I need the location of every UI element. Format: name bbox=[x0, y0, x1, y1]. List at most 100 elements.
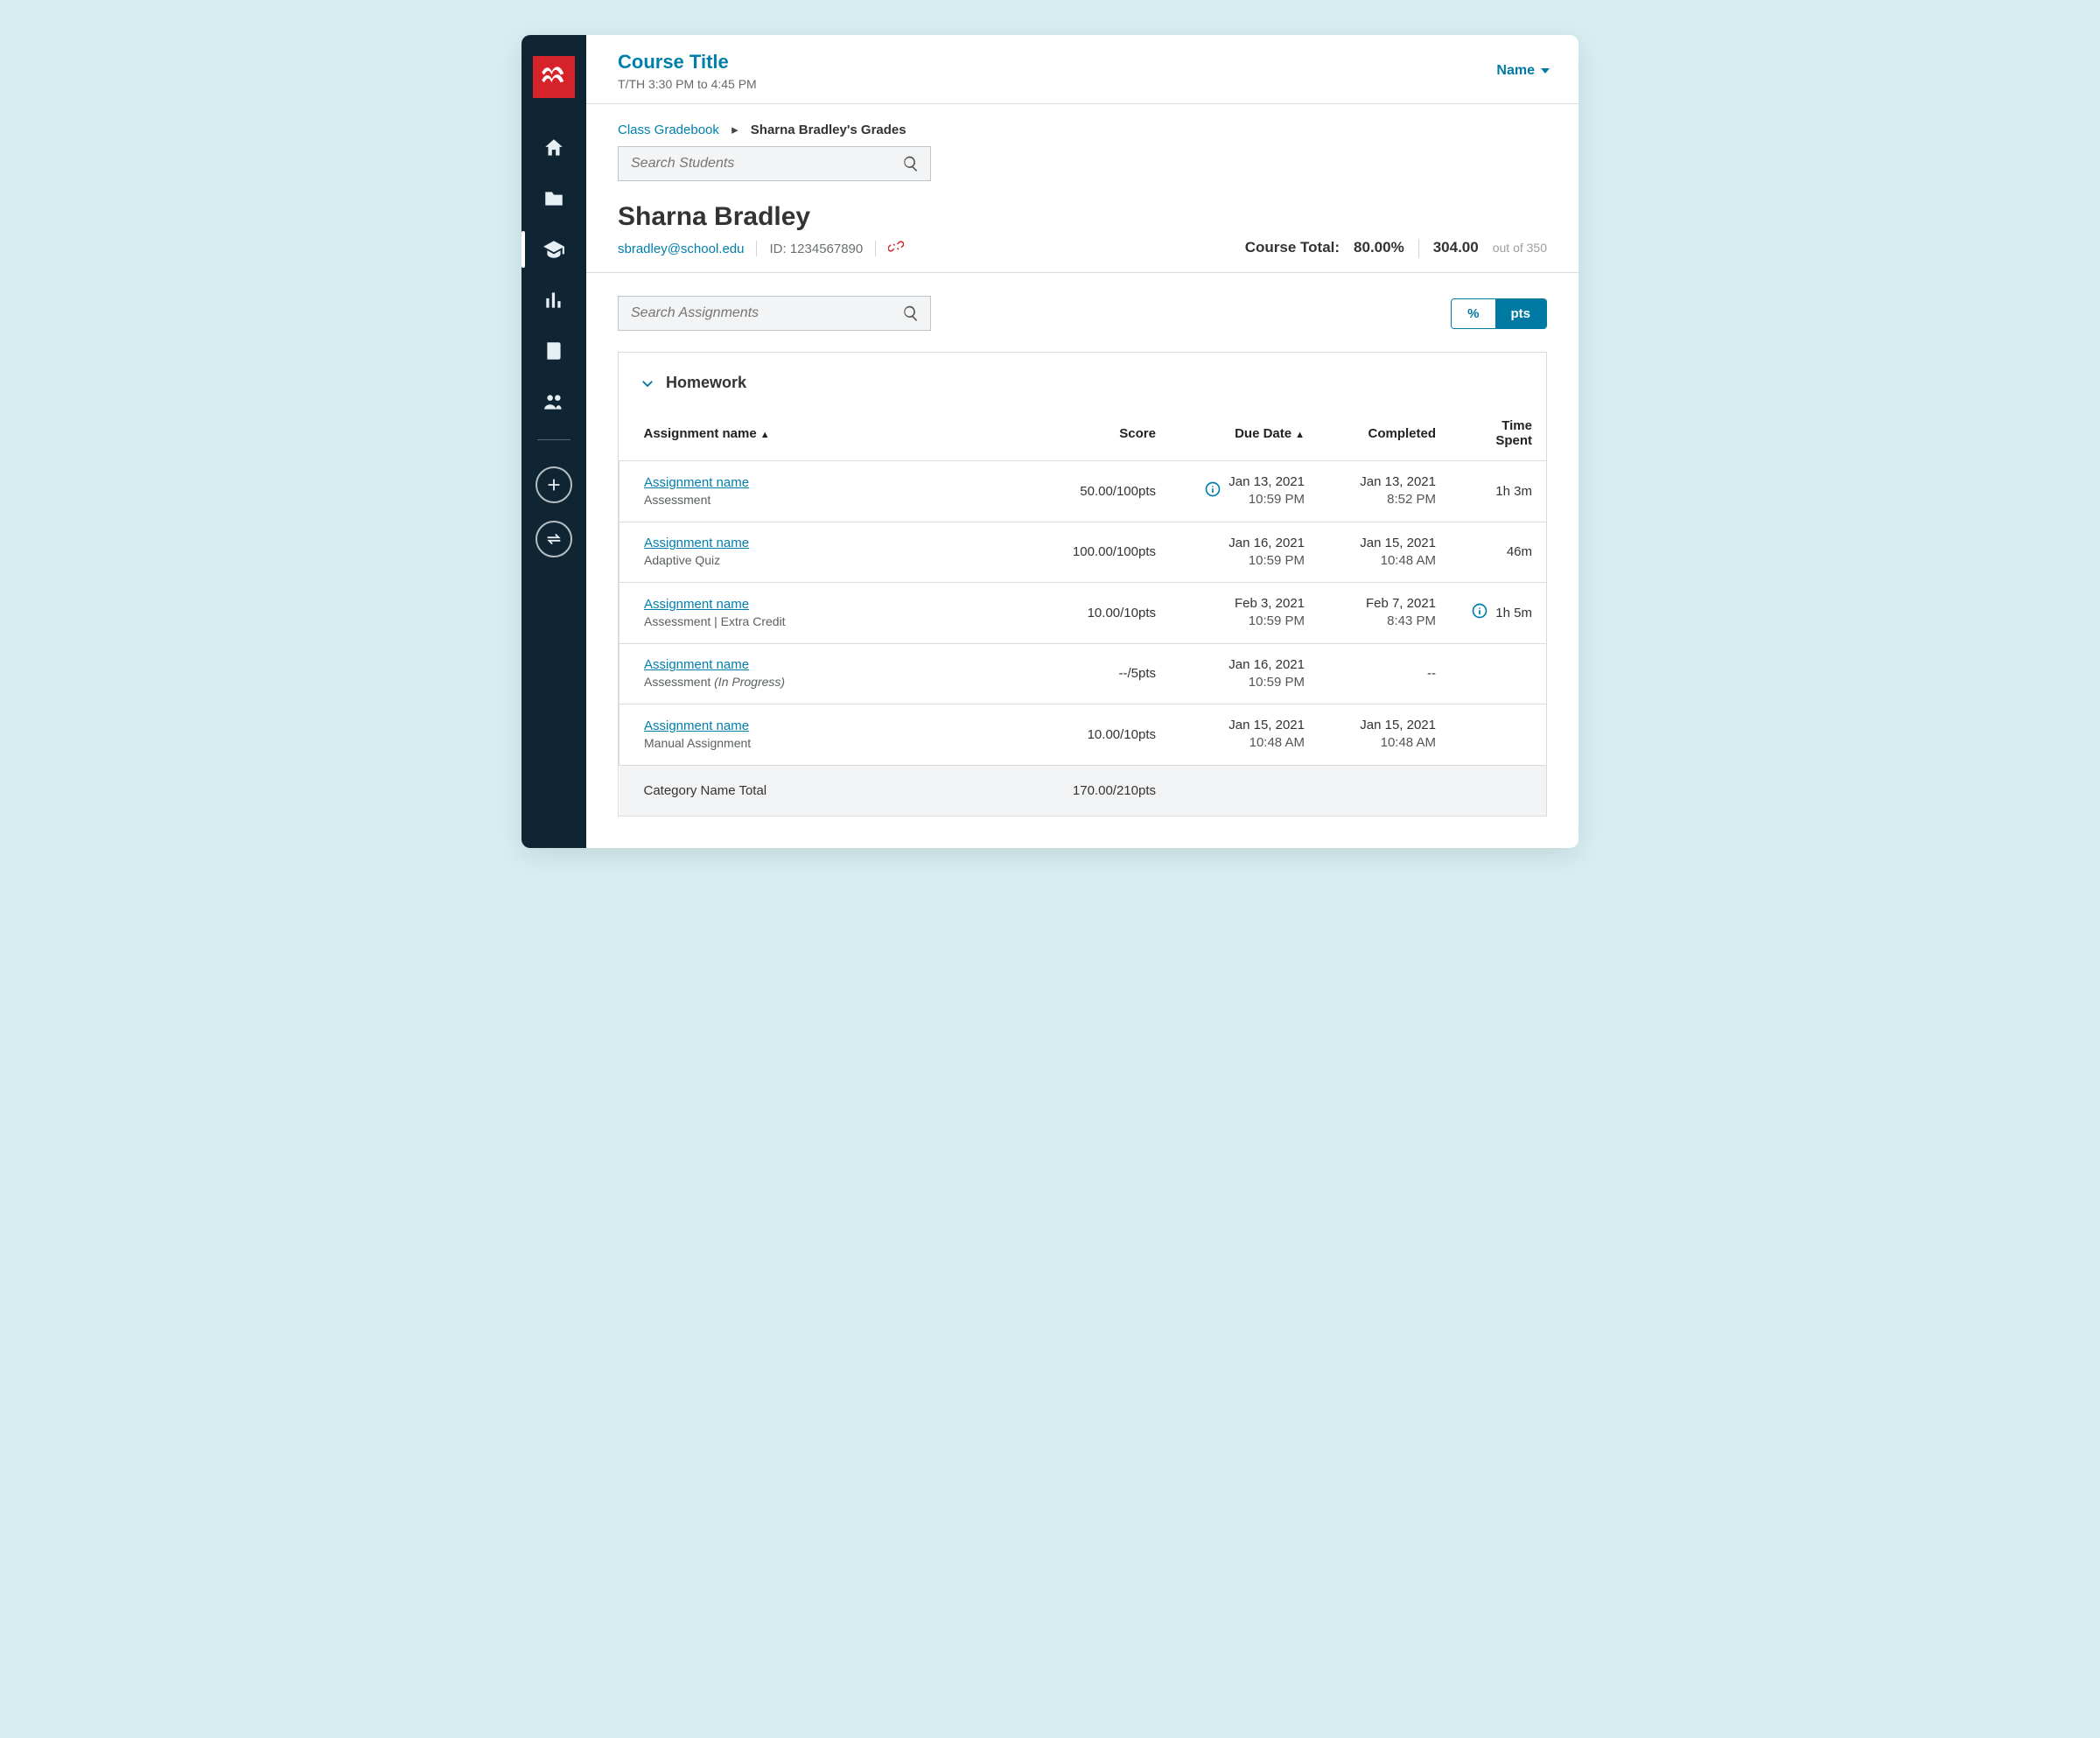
nav-home[interactable] bbox=[522, 123, 586, 173]
cell-score: 50.00/100pts bbox=[1030, 461, 1170, 522]
assignment-link[interactable]: Assignment name bbox=[644, 536, 1016, 550]
cell-completed: -- bbox=[1319, 643, 1450, 704]
cell-score: 10.00/10pts bbox=[1030, 704, 1170, 766]
user-menu-label: Name bbox=[1496, 63, 1535, 79]
cell-score: 100.00/100pts bbox=[1030, 522, 1170, 583]
search-icon bbox=[902, 305, 920, 322]
unlink-button[interactable] bbox=[888, 239, 904, 258]
category-total-score: 170.00/210pts bbox=[1030, 765, 1170, 816]
cell-time bbox=[1450, 643, 1546, 704]
cell-time: 1h 3m bbox=[1450, 461, 1546, 522]
assignment-type: Assessment (In Progress) bbox=[644, 675, 785, 689]
cell-due: Jan 16, 202110:59 PM bbox=[1170, 643, 1319, 704]
student-id: ID: 1234567890 bbox=[769, 242, 863, 256]
sidebar bbox=[522, 35, 586, 848]
table-row: Assignment nameAssessment50.00/100ptsJan… bbox=[620, 461, 1547, 522]
assignment-type: Adaptive Quiz bbox=[644, 553, 720, 567]
col-completed[interactable]: Completed bbox=[1319, 403, 1450, 461]
category-name: Homework bbox=[666, 374, 746, 392]
cell-due: Feb 3, 202110:59 PM bbox=[1170, 583, 1319, 644]
cell-due: Jan 13, 202110:59 PM bbox=[1170, 461, 1319, 522]
info-icon[interactable] bbox=[1204, 480, 1222, 501]
home-icon bbox=[542, 137, 565, 159]
topbar: Course Title T/TH 3:30 PM to 4:45 PM Nam… bbox=[586, 35, 1578, 104]
search-students[interactable] bbox=[618, 146, 931, 181]
cell-due: Jan 16, 202110:59 PM bbox=[1170, 522, 1319, 583]
caret-down-icon bbox=[1540, 66, 1550, 76]
student-header: Sharna Bradley sbradley@school.edu ID: 1… bbox=[586, 202, 1578, 273]
nav-reports[interactable] bbox=[522, 275, 586, 326]
assignment-link[interactable]: Assignment name bbox=[644, 475, 1016, 490]
cell-completed: Jan 13, 20218:52 PM bbox=[1319, 461, 1450, 522]
col-score[interactable]: Score bbox=[1030, 403, 1170, 461]
nav-roster[interactable] bbox=[522, 376, 586, 427]
assignments-panel: Homework Assignment name▲ Score Due Date… bbox=[618, 352, 1547, 816]
cell-time: 1h 5m bbox=[1450, 583, 1546, 644]
cell-completed: Jan 15, 202110:48 AM bbox=[1319, 522, 1450, 583]
graduation-cap-icon bbox=[542, 238, 565, 261]
chevron-down-icon bbox=[640, 375, 655, 391]
toggle-percent[interactable]: % bbox=[1452, 299, 1494, 328]
category-total-label: Category Name Total bbox=[620, 765, 1031, 816]
cell-due: Jan 15, 202110:48 AM bbox=[1170, 704, 1319, 766]
total-outof: out of 350 bbox=[1493, 241, 1547, 255]
table-row: Assignment name Assessment (In Progress) -… bbox=[620, 643, 1547, 704]
app-window: Course Title T/TH 3:30 PM to 4:45 PM Nam… bbox=[522, 35, 1578, 848]
assignment-type: Manual Assignment bbox=[644, 736, 751, 750]
search-students-input[interactable] bbox=[629, 155, 895, 172]
folder-icon bbox=[542, 187, 565, 210]
bar-chart-icon bbox=[542, 289, 565, 312]
toggle-points[interactable]: pts bbox=[1495, 299, 1547, 328]
course-title[interactable]: Course Title bbox=[618, 51, 757, 74]
search-assignments-input[interactable] bbox=[629, 305, 895, 322]
user-menu[interactable]: Name bbox=[1496, 63, 1550, 79]
nav-ebook[interactable] bbox=[522, 326, 586, 376]
add-button[interactable] bbox=[536, 466, 572, 503]
total-label: Course Total: bbox=[1245, 239, 1340, 256]
cell-completed: Feb 7, 20218:43 PM bbox=[1319, 583, 1450, 644]
table-row: Assignment name Assessment | Extra Credit… bbox=[620, 583, 1547, 644]
cell-score: 10.00/10pts bbox=[1030, 583, 1170, 644]
assignment-link[interactable]: Assignment name bbox=[644, 597, 1016, 612]
sync-button[interactable] bbox=[536, 521, 572, 557]
cell-time bbox=[1450, 704, 1546, 766]
sort-asc-icon: ▲ bbox=[760, 430, 770, 440]
swap-icon bbox=[544, 529, 564, 549]
nav-content[interactable] bbox=[522, 173, 586, 224]
course-schedule: T/TH 3:30 PM to 4:45 PM bbox=[618, 77, 757, 91]
sort-asc-icon: ▲ bbox=[1295, 430, 1305, 440]
category-header[interactable]: Homework bbox=[619, 353, 1546, 403]
assignment-type: Assessment | Extra Credit bbox=[644, 614, 786, 628]
student-email[interactable]: sbradley@school.edu bbox=[618, 242, 744, 256]
sidebar-nav bbox=[522, 123, 586, 427]
search-icon bbox=[902, 155, 920, 172]
course-total: Course Total: 80.00% 304.00 out of 350 bbox=[1245, 239, 1547, 258]
breadcrumb-root[interactable]: Class Gradebook bbox=[618, 123, 719, 137]
cell-score: --/5pts bbox=[1030, 643, 1170, 704]
content: Class Gradebook ▸ Sharna Bradley's Grade… bbox=[586, 104, 1578, 848]
col-name[interactable]: Assignment name▲ bbox=[620, 403, 1031, 461]
assignment-link[interactable]: Assignment name bbox=[644, 657, 1016, 672]
search-assignments[interactable] bbox=[618, 296, 931, 331]
sidebar-divider bbox=[537, 439, 570, 440]
broken-link-icon bbox=[888, 239, 904, 255]
nav-gradebook[interactable] bbox=[522, 224, 586, 275]
assignments-table: Assignment name▲ Score Due Date▲ Complet… bbox=[619, 403, 1546, 816]
chevron-right-icon: ▸ bbox=[732, 123, 738, 137]
breadcrumb-current: Sharna Bradley's Grades bbox=[751, 123, 906, 137]
assignment-link[interactable]: Assignment name bbox=[644, 718, 1016, 733]
student-name: Sharna Bradley bbox=[618, 202, 904, 232]
col-due[interactable]: Due Date▲ bbox=[1170, 403, 1319, 461]
col-time[interactable]: Time Spent bbox=[1450, 403, 1546, 461]
plus-icon bbox=[544, 475, 564, 494]
total-percent: 80.00% bbox=[1354, 239, 1404, 256]
category-total-row: Category Name Total 170.00/210pts bbox=[620, 765, 1547, 816]
cell-completed: Jan 15, 202110:48 AM bbox=[1319, 704, 1450, 766]
unit-toggle: % pts bbox=[1451, 298, 1547, 329]
book-icon bbox=[542, 340, 565, 362]
main: Course Title T/TH 3:30 PM to 4:45 PM Nam… bbox=[586, 35, 1578, 848]
info-icon[interactable] bbox=[1471, 602, 1488, 623]
brand-logo[interactable] bbox=[533, 56, 575, 98]
cell-time: 46m bbox=[1450, 522, 1546, 583]
macmillan-logo-icon bbox=[541, 64, 567, 90]
